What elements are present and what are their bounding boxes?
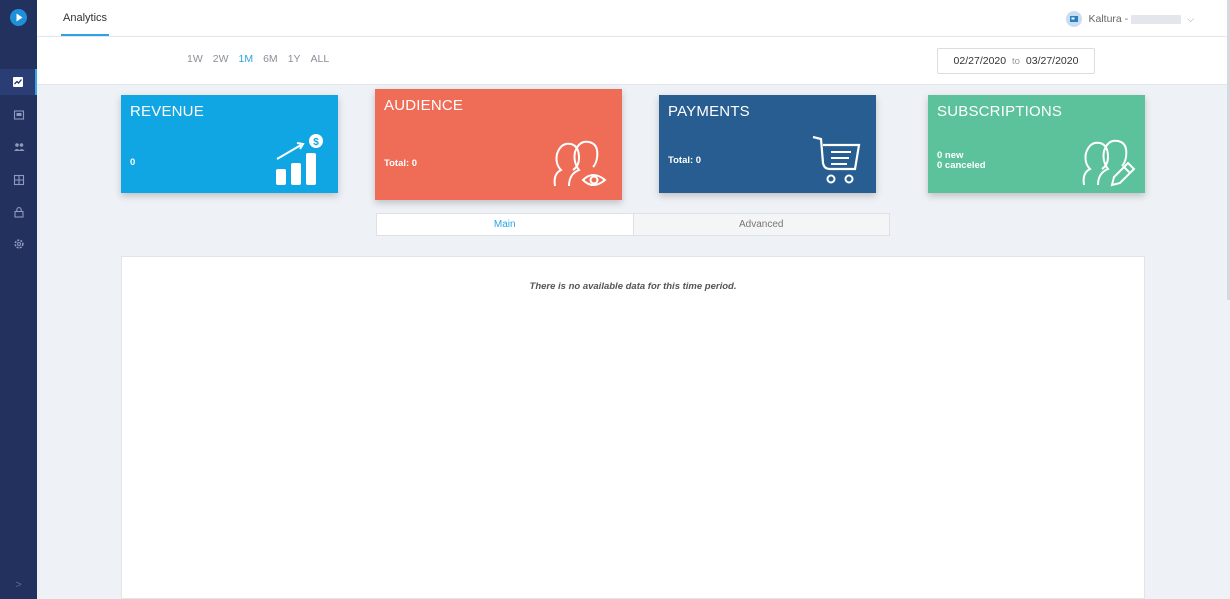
account-menu[interactable]: Kaltura - ⌵ [1066,11,1194,27]
nav-security[interactable] [0,199,37,225]
period-2w[interactable]: 2W [213,53,229,65]
nav-users[interactable] [0,134,37,160]
date-to: 03/27/2020 [1025,55,1079,67]
subscriptions-canceled-count: 0 canceled [937,160,986,171]
revenue-card[interactable]: REVENUE 0 $ [121,95,338,193]
nav-analytics[interactable] [0,69,37,95]
period-1m[interactable]: 1M [239,53,254,65]
revenue-growth-icon: $ [276,134,323,185]
tab-analytics[interactable]: Analytics [61,0,110,36]
account-name: Kaltura - [1088,13,1129,25]
payments-card-value: Total: 0 [668,155,702,166]
view-tabs: Main Advanced [376,213,890,236]
nav-settings[interactable] [0,231,37,257]
dashboard-icon [12,77,23,87]
period-1w[interactable]: 1W [187,53,203,65]
top-header: Analytics Kaltura - ⌵ [37,0,1230,37]
date-from: 02/27/2020 [953,55,1007,67]
chevron-down-icon: ⌵ [1187,13,1194,24]
tab-advanced[interactable]: Advanced [632,214,889,235]
nav-entitlements[interactable] [0,167,37,193]
subscriptions-card[interactable]: SUBSCRIPTIONS 0 new 0 canceled [928,95,1145,193]
tab-main[interactable]: Main [377,214,633,235]
logo-play-icon[interactable] [10,9,27,26]
subscriptions-card-title: SUBSCRIPTIONS [937,103,1063,120]
period-selector: 1W 2W 1M 6M 1Y ALL [187,53,339,65]
audience-card[interactable]: AUDIENCE Total: 0 [375,89,622,200]
users-icon [13,143,24,151]
period-6m[interactable]: 6M [263,53,278,65]
account-name-redacted [1131,14,1182,24]
grid-icon [13,174,24,186]
revenue-card-value: 0 [130,157,136,168]
date-separator: to [1012,56,1020,67]
side-navigation: > [0,0,37,599]
empty-state-message: There is no available data for this time… [529,281,737,292]
settings-icon [13,239,24,249]
date-range-picker[interactable]: 02/27/2020 to 03/27/2020 [937,48,1095,74]
audience-card-value: Total: 0 [384,158,418,169]
nav-media[interactable] [0,102,37,128]
expand-sidebar-button[interactable]: > [0,579,37,595]
analytics-content-panel: There is no available data for this time… [121,256,1145,599]
users-edit-icon [1082,139,1136,187]
period-all[interactable]: ALL [311,53,330,65]
media-icon [13,110,24,120]
period-1y[interactable]: 1Y [288,53,301,65]
svg-text:$: $ [313,137,319,148]
lock-icon [13,207,24,218]
audience-card-title: AUDIENCE [384,97,464,114]
shopping-cart-icon [812,135,861,184]
audience-eye-icon [553,140,607,187]
payments-card-title: PAYMENTS [668,103,750,120]
revenue-card-title: REVENUE [130,103,204,120]
payments-card[interactable]: PAYMENTS Total: 0 [659,95,876,193]
filter-toolbar: 1W 2W 1M 6M 1Y ALL 02/27/2020 to 03/27/2… [37,37,1230,85]
account-avatar-icon [1066,11,1083,27]
